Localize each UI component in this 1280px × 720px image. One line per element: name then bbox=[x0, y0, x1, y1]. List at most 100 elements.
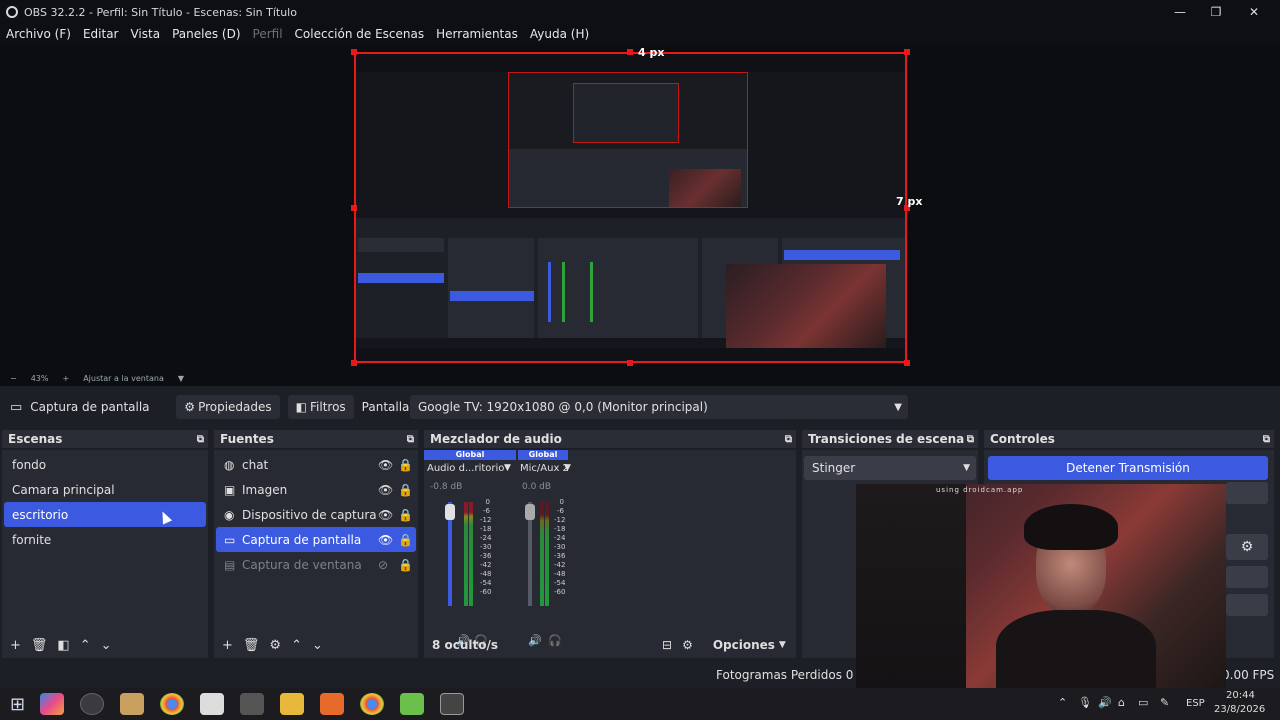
video-editor-icon[interactable] bbox=[200, 693, 224, 715]
scene-item[interactable]: fornite bbox=[4, 527, 206, 552]
resize-handle-bl[interactable] bbox=[351, 360, 357, 366]
chrome-icon[interactable] bbox=[160, 693, 184, 715]
network-icon[interactable]: ⌂ bbox=[1118, 696, 1125, 709]
preview-canvas[interactable] bbox=[354, 52, 907, 363]
eye-icon[interactable]: 👁 bbox=[378, 483, 398, 497]
chevron-down-icon[interactable]: ▼ bbox=[779, 640, 786, 650]
menu-coleccion-escenas[interactable]: Colección de Escenas bbox=[289, 27, 431, 41]
volume-icon[interactable]: 🔊 bbox=[1098, 696, 1112, 709]
trash-icon[interactable]: 🗑 bbox=[31, 638, 48, 653]
undock-icon[interactable]: ⧉ bbox=[785, 434, 792, 445]
move-up-icon[interactable]: ⌃ bbox=[291, 638, 302, 653]
zoom-out-button[interactable]: − bbox=[10, 374, 17, 383]
eye-icon[interactable]: 👁 bbox=[378, 533, 398, 547]
resize-handle-tl[interactable] bbox=[351, 49, 357, 55]
close-button[interactable]: ✕ bbox=[1234, 0, 1274, 24]
advanced-audio-icon[interactable]: ⚙ bbox=[682, 638, 693, 652]
resize-handle-br[interactable] bbox=[904, 360, 910, 366]
lock-icon[interactable]: 🔒 bbox=[398, 508, 416, 522]
pen-icon[interactable]: ✎ bbox=[1160, 696, 1169, 709]
fit-window-label[interactable]: Ajustar a la ventana bbox=[83, 374, 164, 383]
title-bar: OBS 32.2.2 - Perfil: Sin Título - Escena… bbox=[0, 0, 1280, 24]
preview-area[interactable]: 4 px 7 px bbox=[0, 44, 1280, 370]
droidcam-icon[interactable] bbox=[400, 693, 424, 715]
source-item[interactable]: ▣ Imagen 👁 🔒 bbox=[216, 477, 416, 502]
clock-time[interactable]: 20:44 bbox=[1226, 690, 1255, 701]
stop-stream-button[interactable]: Detener Transmisión bbox=[988, 456, 1268, 480]
resize-handle-b[interactable] bbox=[627, 360, 633, 366]
menu-archivo[interactable]: Archivo (F) bbox=[0, 27, 77, 41]
minimize-button[interactable]: — bbox=[1160, 0, 1200, 24]
scene-item-selected[interactable]: escritorio bbox=[4, 502, 206, 527]
trash-icon[interactable]: 🗑 bbox=[243, 638, 260, 653]
source-item-hidden[interactable]: ▤ Captura de ventana ⊘ 🔒 bbox=[216, 552, 416, 577]
mixer-options-button[interactable]: Opciones bbox=[713, 638, 775, 652]
source-item[interactable]: ◉ Dispositivo de captura de 👁 🔒 bbox=[216, 502, 416, 527]
control-button[interactable] bbox=[1226, 566, 1268, 588]
gear-icon[interactable]: ⚙ bbox=[269, 638, 281, 653]
add-scene-icon[interactable]: + bbox=[10, 638, 21, 653]
microphone-icon[interactable]: 🎙 bbox=[1078, 696, 1092, 709]
scene-item[interactable]: fondo bbox=[4, 452, 206, 477]
undock-icon[interactable]: ⧉ bbox=[967, 434, 974, 445]
move-down-icon[interactable]: ⌄ bbox=[101, 638, 112, 653]
menu-ayuda[interactable]: Ayuda (H) bbox=[524, 27, 595, 41]
add-source-icon[interactable]: + bbox=[222, 638, 233, 653]
lock-icon[interactable]: 🔒 bbox=[398, 458, 416, 472]
undock-icon[interactable]: ⧉ bbox=[197, 434, 204, 445]
slider-handle[interactable] bbox=[525, 504, 535, 520]
move-up-icon[interactable]: ⌃ bbox=[80, 638, 91, 653]
media-player-icon[interactable] bbox=[120, 693, 144, 715]
resize-handle-tr[interactable] bbox=[904, 49, 910, 55]
zoom-in-button[interactable]: + bbox=[62, 374, 69, 383]
steam-icon[interactable] bbox=[240, 693, 264, 715]
obs-taskbar-icon[interactable] bbox=[80, 693, 104, 715]
gear-icon[interactable]: ⚙ bbox=[1226, 534, 1268, 560]
eye-icon[interactable]: 👁 bbox=[378, 508, 398, 522]
eye-slash-icon[interactable]: ⊘ bbox=[378, 558, 398, 572]
undock-icon[interactable]: ⧉ bbox=[1263, 434, 1270, 445]
move-down-icon[interactable]: ⌄ bbox=[312, 638, 323, 653]
scene-item[interactable]: Camara principal bbox=[4, 477, 206, 502]
channel-db: 0.0 dB bbox=[522, 482, 552, 492]
notification-icon[interactable]: ▭ bbox=[1138, 696, 1148, 709]
properties-label: Propiedades bbox=[198, 400, 272, 414]
lock-icon[interactable]: 🔒 bbox=[398, 483, 416, 497]
resize-handle-t[interactable] bbox=[627, 49, 633, 55]
menu-perfil[interactable]: Perfil bbox=[247, 27, 289, 41]
windows-start-icon[interactable]: ⊞ bbox=[10, 694, 32, 715]
layout-icon[interactable]: ⊟ bbox=[662, 638, 672, 652]
chevron-down-icon[interactable]: ▼ bbox=[178, 374, 184, 383]
chevron-up-icon[interactable]: ⌃ bbox=[1058, 696, 1067, 709]
app-icon[interactable] bbox=[320, 693, 344, 715]
copilot-icon[interactable] bbox=[40, 693, 64, 715]
eye-icon[interactable]: 👁 bbox=[378, 458, 398, 472]
menu-editar[interactable]: Editar bbox=[77, 27, 125, 41]
resize-handle-l[interactable] bbox=[351, 205, 357, 211]
menu-vista[interactable]: Vista bbox=[124, 27, 166, 41]
filters-button[interactable]: ◧ Filtros bbox=[287, 395, 354, 419]
lock-icon[interactable]: 🔒 bbox=[398, 533, 416, 547]
control-button[interactable] bbox=[1226, 482, 1268, 504]
chevron-down-icon[interactable]: ▼ bbox=[564, 463, 571, 473]
transition-select[interactable]: Stinger ▼ bbox=[804, 456, 976, 480]
menu-paneles[interactable]: Paneles (D) bbox=[166, 27, 246, 41]
source-item[interactable]: ◍ chat 👁 🔒 bbox=[216, 452, 416, 477]
chrome-icon[interactable] bbox=[360, 693, 384, 715]
control-button[interactable] bbox=[1226, 594, 1268, 616]
maximize-button[interactable]: ❐ bbox=[1196, 0, 1236, 24]
lock-icon[interactable]: 🔒 bbox=[398, 558, 416, 572]
properties-button[interactable]: ⚙ Propiedades bbox=[176, 395, 280, 419]
file-explorer-icon[interactable] bbox=[280, 693, 304, 715]
capcut-icon[interactable] bbox=[440, 693, 464, 715]
scene-filters-icon[interactable]: ◧ bbox=[57, 638, 69, 653]
undock-icon[interactable]: ⧉ bbox=[407, 434, 414, 445]
slider-handle[interactable] bbox=[445, 504, 455, 520]
menu-herramientas[interactable]: Herramientas bbox=[430, 27, 524, 41]
screen-select[interactable]: Google TV: 1920x1080 @ 0,0 (Monitor prin… bbox=[410, 395, 908, 419]
chevron-down-icon[interactable]: ▼ bbox=[504, 463, 511, 473]
chevron-down-icon: ▼ bbox=[894, 401, 902, 413]
clock-date[interactable]: 23/8/2026 bbox=[1214, 704, 1265, 715]
source-item-selected[interactable]: ▭ Captura de pantalla 👁 🔒 bbox=[216, 527, 416, 552]
language-indicator[interactable]: ESP bbox=[1186, 698, 1205, 709]
